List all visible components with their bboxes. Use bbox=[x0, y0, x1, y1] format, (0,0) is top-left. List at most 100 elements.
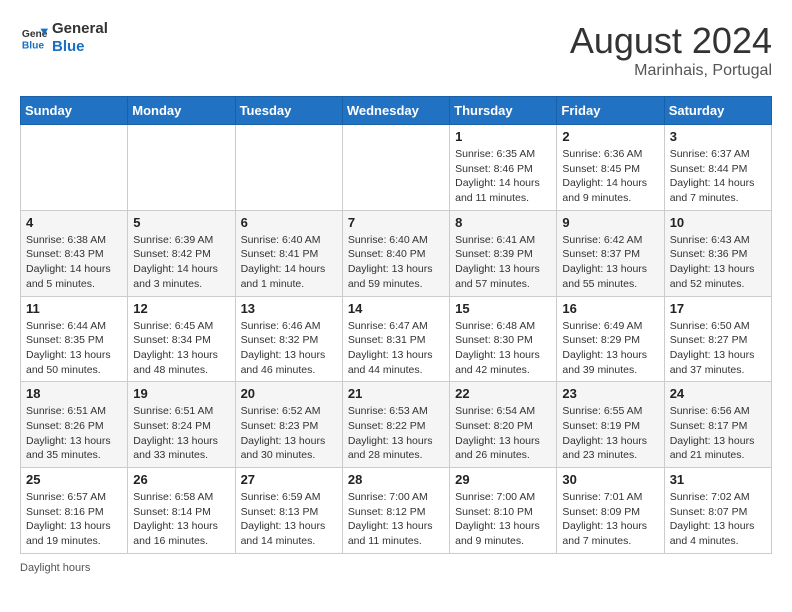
calendar-week-2: 4Sunrise: 6:38 AM Sunset: 8:43 PM Daylig… bbox=[21, 210, 772, 296]
day-number: 13 bbox=[241, 301, 337, 316]
day-info: Sunrise: 6:46 AM Sunset: 8:32 PM Dayligh… bbox=[241, 319, 337, 378]
day-number: 20 bbox=[241, 386, 337, 401]
day-number: 30 bbox=[562, 472, 658, 487]
calendar-cell: 5Sunrise: 6:39 AM Sunset: 8:42 PM Daylig… bbox=[128, 210, 235, 296]
logo-text: General Blue bbox=[52, 20, 108, 56]
day-number: 10 bbox=[670, 215, 766, 230]
calendar-cell: 7 Sunrise: 6:40 AM Sunset: 8:40 PM Daylig… bbox=[342, 210, 449, 296]
logo: General Blue General Blue bbox=[20, 20, 108, 56]
calendar-cell: 31 Sunrise: 7:02 AM Sunset: 8:07 PM Dayli… bbox=[664, 468, 771, 554]
calendar-cell: 19 Sunrise: 6:51 AM Sunset: 8:24 PM Dayli… bbox=[128, 382, 235, 468]
calendar-cell: 11 Sunrise: 6:44 AM Sunset: 8:35 PM Dayli… bbox=[21, 296, 128, 382]
location-subtitle: Marinhais, Portugal bbox=[570, 62, 772, 80]
day-info: Sunrise: 6:45 AM Sunset: 8:34 PM Dayligh… bbox=[133, 319, 229, 378]
calendar-cell: 16 Sunrise: 6:49 AM Sunset: 8:29 PM Dayli… bbox=[557, 296, 664, 382]
calendar-cell: 20 Sunrise: 6:52 AM Sunset: 8:23 PM Dayli… bbox=[235, 382, 342, 468]
calendar-cell: 28 Sunrise: 7:00 AM Sunset: 8:12 PM Dayli… bbox=[342, 468, 449, 554]
calendar-cell: 30 Sunrise: 7:01 AM Sunset: 8:09 PM Dayli… bbox=[557, 468, 664, 554]
day-number: 28 bbox=[348, 472, 444, 487]
day-number: 11 bbox=[26, 301, 122, 316]
day-number: 24 bbox=[670, 386, 766, 401]
calendar-cell: 14 Sunrise: 6:47 AM Sunset: 8:31 PM Dayli… bbox=[342, 296, 449, 382]
day-number: 12 bbox=[133, 301, 229, 316]
day-number: 23 bbox=[562, 386, 658, 401]
day-number: 26 bbox=[133, 472, 229, 487]
footer-note: Daylight hours bbox=[20, 562, 772, 574]
calendar-cell: 9 Sunrise: 6:42 AM Sunset: 8:37 PM Daylig… bbox=[557, 210, 664, 296]
day-info: Sunrise: 6:53 AM Sunset: 8:22 PM Dayligh… bbox=[348, 404, 444, 463]
calendar-cell: 15 Sunrise: 6:48 AM Sunset: 8:30 PM Dayli… bbox=[450, 296, 557, 382]
calendar-cell bbox=[21, 125, 128, 211]
header-day-tuesday: Tuesday bbox=[235, 97, 342, 125]
day-info: Sunrise: 6:42 AM Sunset: 8:37 PM Dayligh… bbox=[562, 233, 658, 292]
calendar-cell bbox=[235, 125, 342, 211]
month-year-title: August 2024 bbox=[570, 20, 772, 62]
calendar-cell: 21Sunrise: 6:53 AM Sunset: 8:22 PM Dayli… bbox=[342, 382, 449, 468]
day-info: Sunrise: 6:37 AM Sunset: 8:44 PM Dayligh… bbox=[670, 147, 766, 206]
day-number: 22 bbox=[455, 386, 551, 401]
day-number: 17 bbox=[670, 301, 766, 316]
logo-line1: General bbox=[52, 20, 108, 38]
calendar-table: SundayMondayTuesdayWednesdayThursdayFrid… bbox=[20, 96, 772, 554]
calendar-cell: 12 Sunrise: 6:45 AM Sunset: 8:34 PM Dayli… bbox=[128, 296, 235, 382]
day-info: Sunrise: 6:47 AM Sunset: 8:31 PM Dayligh… bbox=[348, 319, 444, 378]
day-number: 25 bbox=[26, 472, 122, 487]
header-day-wednesday: Wednesday bbox=[342, 97, 449, 125]
day-number: 9 bbox=[562, 215, 658, 230]
day-number: 7 bbox=[348, 215, 444, 230]
logo-line2: Blue bbox=[52, 38, 108, 56]
calendar-cell: 27 Sunrise: 6:59 AM Sunset: 8:13 PM Dayli… bbox=[235, 468, 342, 554]
day-info: Sunrise: 7:00 AM Sunset: 8:10 PM Dayligh… bbox=[455, 490, 551, 549]
header-day-thursday: Thursday bbox=[450, 97, 557, 125]
day-info: Sunrise: 7:02 AM Sunset: 8:07 PM Dayligh… bbox=[670, 490, 766, 549]
day-info: Sunrise: 6:38 AM Sunset: 8:43 PM Dayligh… bbox=[26, 233, 122, 292]
calendar-week-5: 25 Sunrise: 6:57 AM Sunset: 8:16 PM Dayli… bbox=[21, 468, 772, 554]
day-info: Sunrise: 6:52 AM Sunset: 8:23 PM Dayligh… bbox=[241, 404, 337, 463]
day-info: Sunrise: 6:55 AM Sunset: 8:19 PM Dayligh… bbox=[562, 404, 658, 463]
day-number: 3 bbox=[670, 129, 766, 144]
day-number: 31 bbox=[670, 472, 766, 487]
header-day-monday: Monday bbox=[128, 97, 235, 125]
day-number: 6 bbox=[241, 215, 337, 230]
day-info: Sunrise: 6:54 AM Sunset: 8:20 PM Dayligh… bbox=[455, 404, 551, 463]
day-info: Sunrise: 6:43 AM Sunset: 8:36 PM Dayligh… bbox=[670, 233, 766, 292]
day-number: 14 bbox=[348, 301, 444, 316]
day-info: Sunrise: 6:51 AM Sunset: 8:24 PM Dayligh… bbox=[133, 404, 229, 463]
day-info: Sunrise: 6:50 AM Sunset: 8:27 PM Dayligh… bbox=[670, 319, 766, 378]
calendar-cell bbox=[128, 125, 235, 211]
calendar-cell: 2Sunrise: 6:36 AM Sunset: 8:45 PM Daylig… bbox=[557, 125, 664, 211]
calendar-cell: 17 Sunrise: 6:50 AM Sunset: 8:27 PM Dayli… bbox=[664, 296, 771, 382]
logo-icon: General Blue bbox=[20, 24, 48, 52]
calendar-cell bbox=[342, 125, 449, 211]
daylight-label: Daylight hours bbox=[20, 562, 90, 574]
calendar-cell: 29Sunrise: 7:00 AM Sunset: 8:10 PM Dayli… bbox=[450, 468, 557, 554]
day-number: 8 bbox=[455, 215, 551, 230]
day-number: 15 bbox=[455, 301, 551, 316]
calendar-cell: 25 Sunrise: 6:57 AM Sunset: 8:16 PM Dayli… bbox=[21, 468, 128, 554]
day-number: 19 bbox=[133, 386, 229, 401]
day-number: 27 bbox=[241, 472, 337, 487]
day-info: Sunrise: 6:58 AM Sunset: 8:14 PM Dayligh… bbox=[133, 490, 229, 549]
svg-text:Blue: Blue bbox=[22, 40, 45, 51]
day-info: Sunrise: 7:01 AM Sunset: 8:09 PM Dayligh… bbox=[562, 490, 658, 549]
day-number: 16 bbox=[562, 301, 658, 316]
day-info: Sunrise: 7:00 AM Sunset: 8:12 PM Dayligh… bbox=[348, 490, 444, 549]
header-day-friday: Friday bbox=[557, 97, 664, 125]
calendar-cell: 23 Sunrise: 6:55 AM Sunset: 8:19 PM Dayli… bbox=[557, 382, 664, 468]
day-info: Sunrise: 6:48 AM Sunset: 8:30 PM Dayligh… bbox=[455, 319, 551, 378]
day-info: Sunrise: 6:56 AM Sunset: 8:17 PM Dayligh… bbox=[670, 404, 766, 463]
calendar-cell: 6Sunrise: 6:40 AM Sunset: 8:41 PM Daylig… bbox=[235, 210, 342, 296]
calendar-cell: 1Sunrise: 6:35 AM Sunset: 8:46 PM Daylig… bbox=[450, 125, 557, 211]
day-info: Sunrise: 6:49 AM Sunset: 8:29 PM Dayligh… bbox=[562, 319, 658, 378]
day-info: Sunrise: 6:35 AM Sunset: 8:46 PM Dayligh… bbox=[455, 147, 551, 206]
calendar-week-4: 18Sunrise: 6:51 AM Sunset: 8:26 PM Dayli… bbox=[21, 382, 772, 468]
calendar-cell: 3 Sunrise: 6:37 AM Sunset: 8:44 PM Daylig… bbox=[664, 125, 771, 211]
day-info: Sunrise: 6:57 AM Sunset: 8:16 PM Dayligh… bbox=[26, 490, 122, 549]
day-info: Sunrise: 6:40 AM Sunset: 8:40 PM Dayligh… bbox=[348, 233, 444, 292]
calendar-week-3: 11 Sunrise: 6:44 AM Sunset: 8:35 PM Dayli… bbox=[21, 296, 772, 382]
calendar-cell: 8Sunrise: 6:41 AM Sunset: 8:39 PM Daylig… bbox=[450, 210, 557, 296]
calendar-cell: 10 Sunrise: 6:43 AM Sunset: 8:36 PM Dayli… bbox=[664, 210, 771, 296]
day-info: Sunrise: 6:44 AM Sunset: 8:35 PM Dayligh… bbox=[26, 319, 122, 378]
day-info: Sunrise: 6:59 AM Sunset: 8:13 PM Dayligh… bbox=[241, 490, 337, 549]
day-number: 18 bbox=[26, 386, 122, 401]
